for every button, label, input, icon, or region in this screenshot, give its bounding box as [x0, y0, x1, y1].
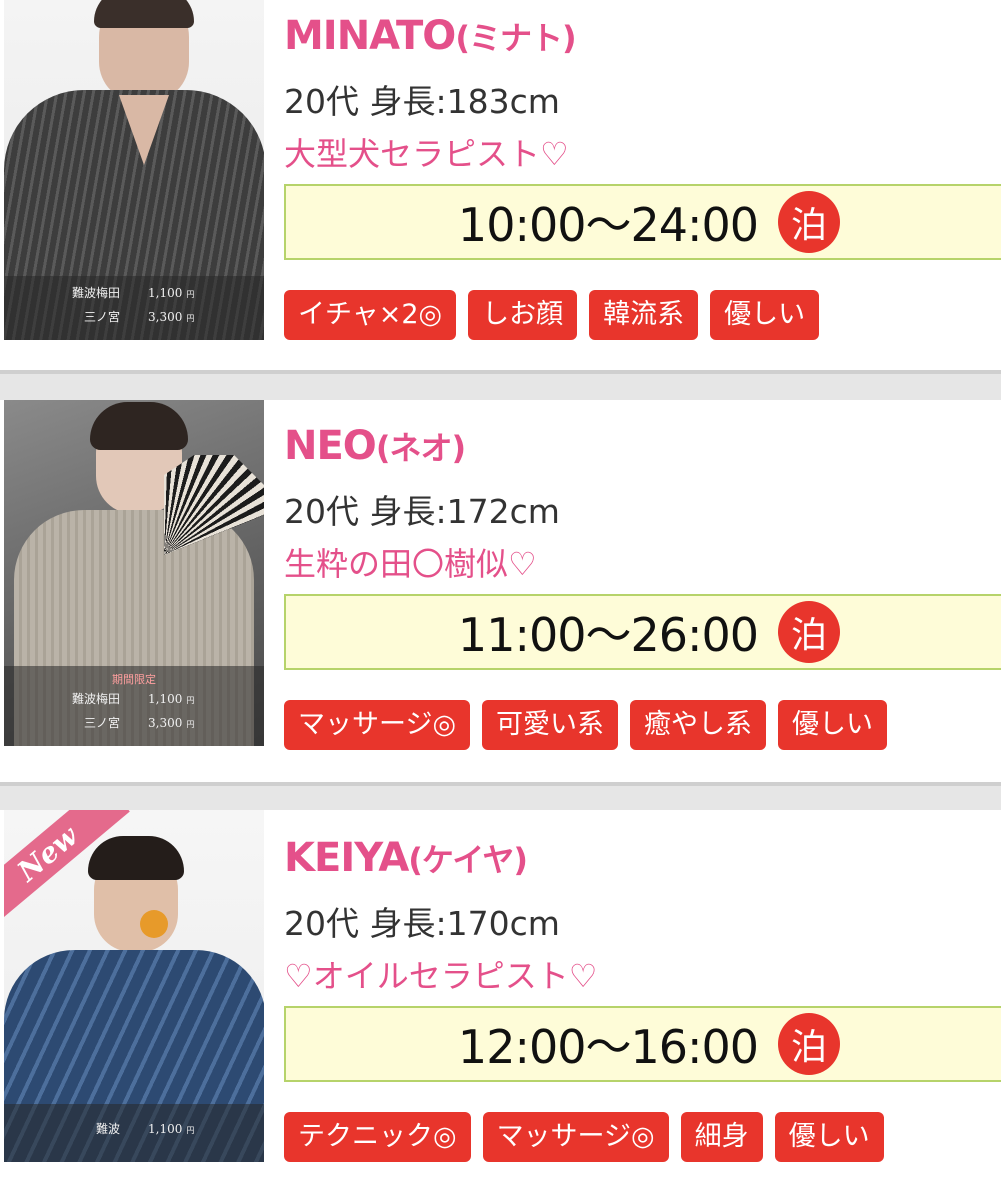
overnight-badge: 泊 [778, 601, 841, 663]
tag: 優しい [778, 700, 888, 750]
price-amount: 1,100 [148, 692, 183, 706]
therapist-name-en: NEO [284, 423, 377, 469]
therapist-card[interactable]: 難波梅田 1,100 円 三ノ宮 3,300 円 MINATO(ミナト) 20代 身… [0, 0, 1001, 374]
therapist-photo[interactable]: New 難波 1,100 円 [4, 810, 264, 1162]
tag: 優しい [710, 290, 820, 340]
catchphrase: 生粋の田〇樹似♡ [284, 545, 537, 583]
work-hours-box: 11:00〜26:00 泊 [284, 594, 1001, 670]
work-hours-box: 10:00〜24:00 泊 [284, 184, 1001, 260]
price-amount: 3,300 [148, 716, 183, 730]
tag-list: テクニック◎ マッサージ◎ 細身 優しい [284, 1112, 987, 1162]
tag: 癒やし系 [630, 700, 767, 750]
limited-label: 期間限定 [112, 673, 156, 686]
work-hours-box: 12:00〜16:00 泊 [284, 1006, 1001, 1082]
work-hours: 11:00〜26:00 [457, 608, 759, 662]
therapist-name-en: KEIYA [284, 835, 409, 881]
catchphrase: ♡オイルセラピスト♡ [284, 957, 598, 995]
tag: マッサージ◎ [284, 700, 471, 750]
tag: 細身 [680, 1112, 763, 1162]
tag: 優しい [774, 1112, 884, 1162]
catchphrase: 大型犬セラピスト♡ [284, 135, 569, 173]
therapist-name-kana: (ネオ) [375, 429, 466, 467]
tag: マッサージ◎ [482, 1112, 669, 1162]
price-area: 難波 [95, 1122, 120, 1136]
price-area: 難波梅田 [71, 692, 120, 706]
price-unit: 円 [186, 290, 195, 299]
therapist-name[interactable]: MINATO(ミナト) [284, 14, 987, 60]
age-height: 20代 身長:170cm [284, 904, 560, 943]
tag: 可愛い系 [482, 700, 619, 750]
tag: イチャ×2◎ [284, 290, 457, 340]
price-area: 三ノ宮 [83, 716, 120, 730]
tag-list: マッサージ◎ 可愛い系 癒やし系 優しい [284, 700, 987, 750]
therapist-name[interactable]: KEIYA(ケイヤ) [284, 836, 987, 882]
price-unit: 円 [186, 314, 195, 323]
price-area: 三ノ宮 [83, 310, 120, 324]
tag: テクニック◎ [284, 1112, 471, 1162]
age-height: 20代 身長:183cm [284, 82, 560, 121]
price-area: 難波梅田 [71, 286, 120, 300]
work-hours: 12:00〜16:00 [457, 1020, 759, 1074]
therapist-photo[interactable]: 難波梅田 1,100 円 三ノ宮 3,300 円 [4, 0, 264, 340]
overnight-badge: 泊 [778, 191, 841, 253]
therapist-name-en: MINATO [284, 13, 456, 59]
therapist-name-kana: (ケイヤ) [408, 841, 528, 879]
price-amount: 1,100 [148, 286, 183, 300]
work-hours: 10:00〜24:00 [457, 198, 759, 252]
price-unit: 円 [186, 696, 195, 705]
therapist-card[interactable]: New 難波 1,100 円 KEIYA(ケイヤ) 20代 身長:170cm ♡オ… [0, 810, 1001, 1200]
age-height: 20代 身長:172cm [284, 492, 560, 531]
price-unit: 円 [186, 1126, 195, 1135]
therapist-name-kana: (ミナト) [455, 19, 576, 57]
tag: しお顔 [468, 290, 578, 340]
therapist-card[interactable]: 期間限定 難波梅田 1,100 円 三ノ宮 3,300 円 NEO(ネオ) 20代 … [0, 400, 1001, 786]
price-amount: 3,300 [148, 310, 183, 324]
tag: 韓流系 [589, 290, 699, 340]
therapist-name[interactable]: NEO(ネオ) [284, 424, 987, 470]
price-panel: 期間限定 難波梅田 1,100 円 三ノ宮 3,300 円 [4, 666, 264, 746]
price-amount: 1,100 [148, 1122, 183, 1136]
price-panel: 難波 1,100 円 [4, 1104, 264, 1162]
tag-list: イチャ×2◎ しお顔 韓流系 優しい [284, 290, 987, 340]
price-panel: 難波梅田 1,100 円 三ノ宮 3,300 円 [4, 276, 264, 340]
therapist-photo[interactable]: 期間限定 難波梅田 1,100 円 三ノ宮 3,300 円 [4, 400, 264, 746]
price-unit: 円 [186, 720, 195, 729]
overnight-badge: 泊 [778, 1013, 841, 1075]
